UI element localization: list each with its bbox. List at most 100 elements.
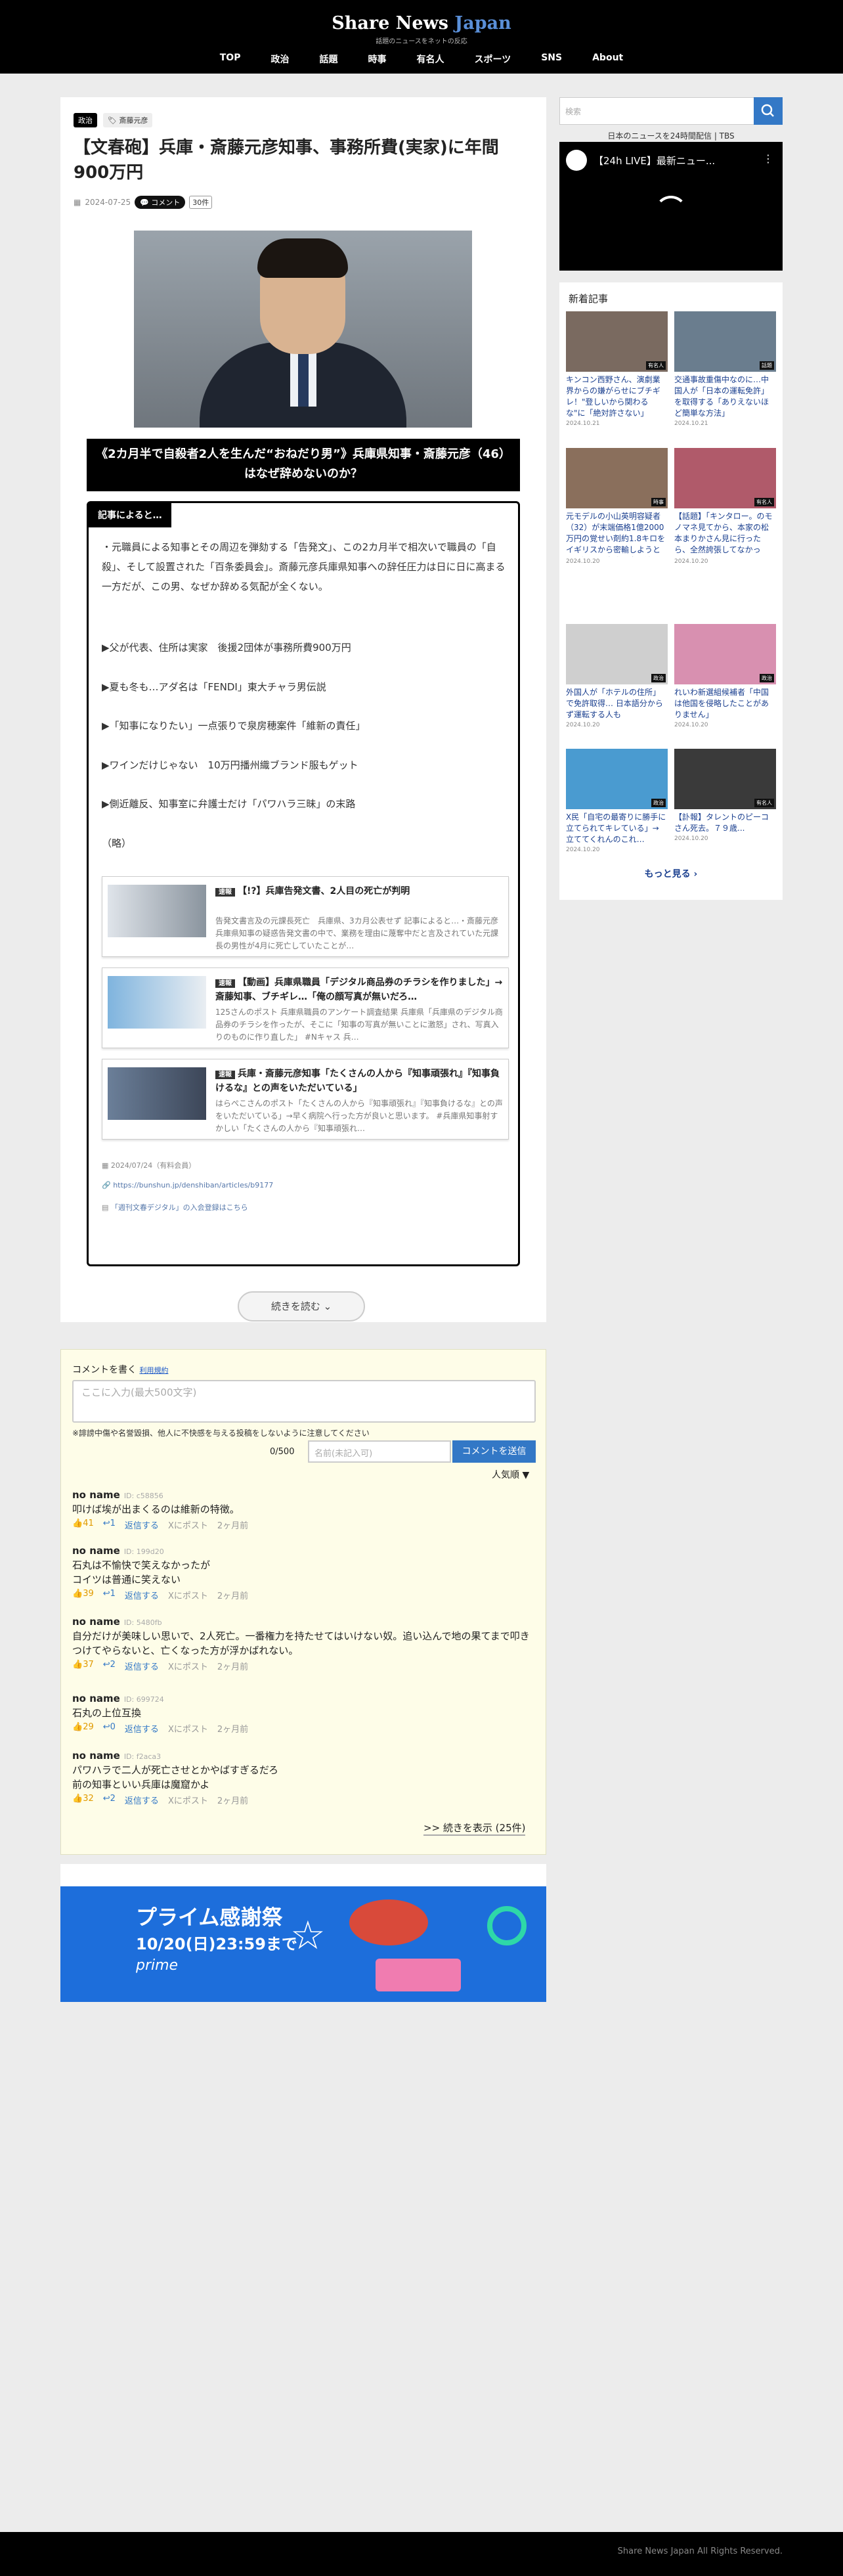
more-articles-link[interactable]: もっと見る ›: [559, 867, 783, 880]
new-article-tag: 時事: [651, 498, 666, 506]
comment-author: no name: [72, 1616, 120, 1628]
like-button[interactable]: 👍32: [72, 1794, 94, 1806]
source-note: ▤ 「週刊文春デジタル」の入会登録はこちら: [102, 1202, 248, 1212]
tag-badge[interactable]: 🏷 斎藤元彦: [103, 113, 153, 127]
article-meta: ▦ 2024-07-25 💬 コメント 30件: [74, 196, 213, 209]
nav-politics[interactable]: 政治: [270, 53, 289, 66]
new-article-item[interactable]: 有名人 キンコン西野さん、演劇業界からの嫌がらせにブチギレ！"登しいから関わるな"…: [566, 311, 668, 427]
more-icon[interactable]: ⋮: [763, 152, 773, 165]
new-article-item[interactable]: 政治 外国人が「ホテルの住所」で免許取得… 日本語分からず運転する人も 2024.1…: [566, 624, 668, 728]
rules-link[interactable]: 利用規約: [139, 1366, 168, 1375]
nav-sns[interactable]: SNS: [541, 53, 562, 66]
new-article-thumb: 政治: [566, 749, 668, 809]
tag-label: 斎藤元彦: [119, 116, 148, 125]
like-count: 29: [83, 1722, 94, 1732]
nav-sports[interactable]: スポーツ: [474, 53, 511, 66]
new-article-item[interactable]: 有名人 【訃報】タレントのピーコさん死去。７９歳... 2024.10.20: [674, 749, 776, 842]
new-article-tag: 有名人: [646, 361, 666, 370]
comment-time: 2ヶ月前: [217, 1662, 249, 1672]
new-article-date: 2024.10.20: [674, 558, 708, 565]
like-button[interactable]: 👍29: [72, 1722, 94, 1735]
x-post-button[interactable]: Xにポスト: [168, 1794, 208, 1806]
video-embed[interactable]: 【24h LIVE】最新ニュー... ⋮: [559, 142, 783, 271]
site-footer: Share News Japan All Rights Reserved.: [0, 2532, 843, 2576]
comment-count-badge[interactable]: 30件: [189, 196, 213, 209]
related-card[interactable]: 速報 【!?】兵庫告発文書、2人目の死亡が判明 告発文書言及の元課長死亡 兵庫県、…: [102, 876, 509, 957]
video-caption: 日本のニュースを24時間配信 | TBS: [607, 131, 735, 141]
reply-button[interactable]: 返信する: [125, 1519, 159, 1531]
nav-current[interactable]: 時事: [368, 53, 386, 66]
reply-count-value: 0: [110, 1722, 116, 1732]
site-tagline: 話題のニュースをネットの反応: [376, 38, 467, 45]
char-count: 0/500: [270, 1447, 295, 1457]
loading-spinner-icon: [655, 196, 687, 229]
comment-textarea[interactable]: ここに入力(最大500文字): [72, 1380, 536, 1423]
comment-id: ID: 699724: [123, 1695, 164, 1704]
product-box: [376, 1959, 461, 1991]
reply-count[interactable]: ↩2: [103, 1660, 116, 1672]
new-article-item[interactable]: 有名人 【話題】「キンタロー。のモノマネ見てから、本家の松本まりかさん見に行ったら…: [674, 448, 776, 565]
new-article-item[interactable]: 時事 元モデルの小山英明容疑者（32）が末端価格1億2000万円の覚せい剤約1.8…: [566, 448, 668, 565]
ad-banner[interactable]: プライム感謝祭 10/20(日)23:59まで prime ☆: [60, 1864, 546, 2002]
new-article-item[interactable]: 政治 れいわ新選組候補者「中国は他国を侵略したことがありません」 2024.10.2…: [674, 624, 776, 728]
comment-item: no name ID: 199d20 石丸は不愉快で笑えなかったが コイツは普通に…: [72, 1545, 536, 1601]
like-button[interactable]: 👍41: [72, 1519, 94, 1531]
nav-topics[interactable]: 話題: [319, 53, 337, 66]
site-header: Share News Japan 話題のニュースをネットの反応 TOP 政治 話…: [0, 0, 843, 74]
reply-button[interactable]: 返信する: [125, 1794, 159, 1806]
related-desc: はらぺこさんのポスト「たくさんの人から『知事頑張れ』『知事負けるな』との声をいた…: [215, 1099, 503, 1133]
nav-about[interactable]: About: [592, 53, 623, 66]
related-desc: 告発文書言及の元課長死亡 兵庫県、3カ月公表せず 記事によると…・斎藤元彦兵庫県…: [215, 916, 499, 950]
site-logo[interactable]: Share News Japan: [0, 13, 843, 33]
comment-id: ID: f2aca3: [123, 1752, 162, 1761]
link-icon: 🔗: [102, 1181, 114, 1189]
new-article-thumb: 政治: [566, 624, 668, 684]
video-title: 【24h LIVE】最新ニュー...: [594, 155, 716, 167]
reply-button[interactable]: 返信する: [125, 1660, 159, 1672]
new-article-item[interactable]: 話題 交通事故重傷中なのに…中国人が「日本の運転免許」を取得する「ありえないほど簡…: [674, 311, 776, 427]
article-bullet: ▶ワインだけじゃない 10万円播州織ブランド服もゲット: [102, 759, 358, 771]
related-card[interactable]: 速報 【動画】兵庫県職員「デジタル商品券のチラシを作りました」→ 斎藤知事、ブチギ…: [102, 967, 509, 1048]
related-card[interactable]: 速報 兵庫・斎藤元彦知事「たくさんの人から『知事頑張れ』『知事負けるな』との声をい…: [102, 1059, 509, 1140]
new-article-item[interactable]: 政治 X民「自宅の最寄りに勝手に立てられてキレている」→ 立ててくれんのこれ… 20…: [566, 749, 668, 853]
x-post-button[interactable]: Xにポスト: [168, 1589, 208, 1601]
new-article-date: 2024.10.20: [674, 722, 708, 728]
reply-count[interactable]: ↩1: [103, 1589, 116, 1601]
reply-button[interactable]: 返信する: [125, 1722, 159, 1735]
comment-badge[interactable]: 💬 コメント: [135, 196, 186, 209]
nav-top[interactable]: TOP: [220, 53, 241, 66]
new-article-title: 【話題】「キンタロー。のモノマネ見てから、本家の松本まりかさん見に行ったら、全然…: [674, 512, 773, 557]
more-comments-button[interactable]: >> 続きを表示 (25件): [423, 1821, 526, 1836]
reply-button[interactable]: 返信する: [125, 1589, 159, 1601]
comment-badge-label: コメント: [151, 198, 181, 207]
reply-count[interactable]: ↩2: [103, 1794, 116, 1806]
related-title: 速報 兵庫・斎藤元彦知事「たくさんの人から『知事頑張れ』『知事負けるな』との声をい…: [215, 1067, 503, 1095]
reply-count[interactable]: ↩1: [103, 1519, 116, 1531]
search-button[interactable]: [754, 97, 783, 125]
comment-notice: ※誹謗中傷や名誉毀損、他人に不快感を与える投稿をしないように注意してください: [72, 1429, 370, 1438]
comment-time: 2ヶ月前: [217, 1591, 249, 1601]
star-icon: ☆: [290, 1913, 326, 1959]
source-url[interactable]: https://bunshun.jp/denshiban/articles/b9…: [113, 1181, 273, 1189]
comment-text: 叩けば埃が出まくるのは維新の特徴。: [72, 1503, 240, 1515]
related-title-text: 兵庫・斎藤元彦知事「たくさんの人から『知事頑張れ』『知事負けるな』との声をいただ…: [215, 1069, 500, 1094]
related-title: 速報 【!?】兵庫告発文書、2人目の死亡が判明: [215, 885, 503, 899]
reply-count[interactable]: ↩0: [103, 1722, 116, 1735]
category-badge[interactable]: 政治: [74, 113, 97, 127]
sort-dropdown[interactable]: 人気順 ▼: [492, 1468, 529, 1481]
source-note-link[interactable]: 「週刊文春デジタル」の入会登録はこちら: [111, 1203, 248, 1212]
x-post-button[interactable]: Xにポスト: [168, 1722, 208, 1735]
new-article-title: X民「自宅の最寄りに勝手に立てられてキレている」→ 立ててくれんのこれ…: [566, 812, 666, 844]
x-post-button[interactable]: Xにポスト: [168, 1660, 208, 1672]
nav-celebrity[interactable]: 有名人: [416, 53, 444, 66]
read-more-button[interactable]: 続きを読む ⌄: [238, 1291, 365, 1321]
name-input[interactable]: 名前(未記入可): [308, 1440, 451, 1463]
submit-comment-button[interactable]: コメントを送信: [452, 1440, 536, 1463]
search-input[interactable]: 検索: [559, 97, 755, 125]
article-bullet: ▶夏も冬も…アダ名は「FENDI」東大チャラ男伝説: [102, 681, 326, 693]
like-button[interactable]: 👍37: [72, 1660, 94, 1672]
x-post-button[interactable]: Xにポスト: [168, 1519, 208, 1531]
comment-author: no name: [72, 1750, 120, 1762]
like-button[interactable]: 👍39: [72, 1589, 94, 1601]
new-article-date: 2024.10.21: [566, 420, 600, 427]
